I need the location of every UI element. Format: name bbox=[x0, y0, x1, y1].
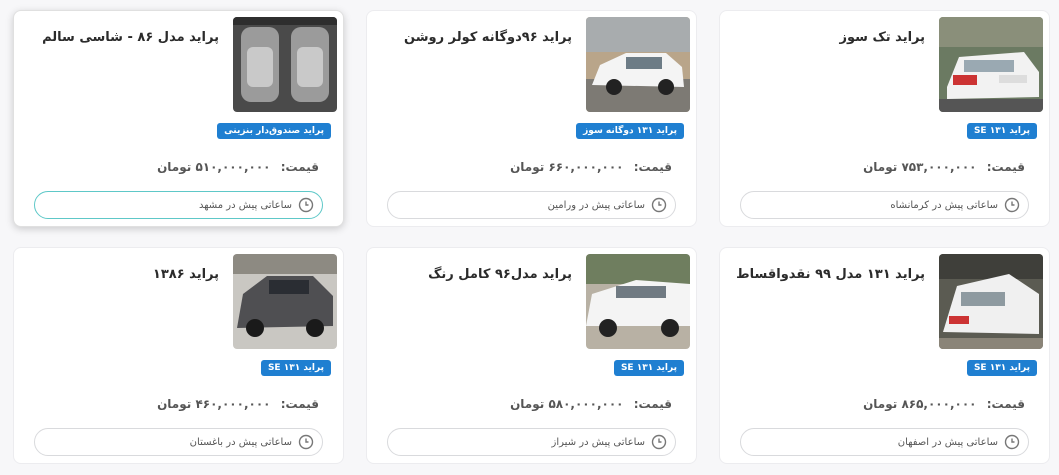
listing-title[interactable]: پراید مدل ۸۶ - شاسی سالم bbox=[24, 30, 219, 45]
meta-text: ساعاتی پیش در ورامین bbox=[547, 199, 645, 211]
price-row: قیمت: ۴۶۰,۰۰۰,۰۰۰ تومان bbox=[157, 397, 319, 411]
meta-text: ساعاتی پیش در اصفهان bbox=[897, 436, 998, 448]
price-row: قیمت: ۵۱۰,۰۰۰,۰۰۰ تومان bbox=[157, 160, 319, 174]
listing-title[interactable]: پراید ۱۳۱ مدل ۹۹ نقدواقساط bbox=[730, 267, 925, 282]
white-car-rear-icon bbox=[939, 17, 1043, 112]
meta-text: ساعاتی پیش در شیراز bbox=[551, 436, 645, 448]
white-car-rear-icon bbox=[939, 254, 1043, 349]
car-seat-icon bbox=[233, 17, 337, 112]
price-row: قیمت: ۶۶۰,۰۰۰,۰۰۰ تومان bbox=[510, 160, 672, 174]
model-badge: پراید ۱۳۱ SE bbox=[966, 360, 1037, 376]
model-badge: پراید ۱۳۱ دوگانه سوز bbox=[576, 123, 684, 139]
price-value: ۷۵۳,۰۰۰,۰۰۰ تومان bbox=[863, 160, 977, 174]
listing-title[interactable]: پراید ۹۶دوگانه کولر روشن bbox=[377, 30, 572, 45]
white-car-side-icon bbox=[586, 254, 690, 349]
meta-text: ساعاتی پیش در مشهد bbox=[198, 199, 292, 211]
listing-grid: پراید تک سوز پراید ۱۳۱ SE قیمت: ۷۵۳,۰۰۰,… bbox=[12, 10, 1050, 464]
listing-card[interactable]: پراید تک سوز پراید ۱۳۱ SE قیمت: ۷۵۳,۰۰۰,… bbox=[719, 10, 1050, 227]
price-label: قیمت: bbox=[633, 397, 672, 411]
price-label: قیمت: bbox=[986, 160, 1025, 174]
time-location: ساعاتی پیش در کرمانشاه bbox=[740, 191, 1029, 219]
price-value: ۵۸۰,۰۰۰,۰۰۰ تومان bbox=[510, 397, 624, 411]
listing-title[interactable]: پراید تک سوز bbox=[730, 30, 925, 45]
price-value: ۶۶۰,۰۰۰,۰۰۰ تومان bbox=[510, 160, 624, 174]
listing-title[interactable]: پراید مدل۹۶ کامل رنگ bbox=[377, 267, 572, 282]
car-photo[interactable] bbox=[939, 17, 1043, 112]
price-value: ۴۶۰,۰۰۰,۰۰۰ تومان bbox=[157, 397, 271, 411]
car-photo[interactable] bbox=[586, 254, 690, 349]
listing-title[interactable]: پراید ۱۳۸۶ bbox=[24, 267, 219, 282]
price-value: ۸۶۵,۰۰۰,۰۰۰ تومان bbox=[863, 397, 977, 411]
time-location: ساعاتی پیش در شیراز bbox=[387, 428, 676, 456]
time-location: ساعاتی پیش در ورامین bbox=[387, 191, 676, 219]
clock-icon bbox=[651, 197, 667, 213]
clock-icon bbox=[298, 434, 314, 450]
price-label: قیمت: bbox=[280, 160, 319, 174]
listing-card[interactable]: پراید ۹۶دوگانه کولر روشن پراید ۱۳۱ دوگان… bbox=[366, 10, 697, 227]
meta-text: ساعاتی پیش در کرمانشاه bbox=[890, 199, 998, 211]
clock-icon bbox=[298, 197, 314, 213]
gray-car-icon bbox=[233, 254, 337, 349]
price-label: قیمت: bbox=[280, 397, 319, 411]
listing-card[interactable]: پراید مدل ۸۶ - شاسی سالم پراید صندوق‌دار… bbox=[13, 10, 344, 227]
car-photo[interactable] bbox=[939, 254, 1043, 349]
car-photo[interactable] bbox=[233, 254, 337, 349]
model-badge: پراید ۱۳۱ SE bbox=[966, 123, 1037, 139]
car-photo[interactable] bbox=[586, 17, 690, 112]
price-row: قیمت: ۵۸۰,۰۰۰,۰۰۰ تومان bbox=[510, 397, 672, 411]
model-badge: پراید ۱۳۱ SE bbox=[613, 360, 684, 376]
price-row: قیمت: ۷۵۳,۰۰۰,۰۰۰ تومان bbox=[863, 160, 1025, 174]
listing-card[interactable]: پراید مدل۹۶ کامل رنگ پراید ۱۳۱ SE قیمت: … bbox=[366, 247, 697, 464]
white-car-side-icon bbox=[586, 17, 690, 112]
price-row: قیمت: ۸۶۵,۰۰۰,۰۰۰ تومان bbox=[863, 397, 1025, 411]
price-label: قیمت: bbox=[986, 397, 1025, 411]
price-label: قیمت: bbox=[633, 160, 672, 174]
time-location: ساعاتی پیش در باغستان bbox=[34, 428, 323, 456]
car-photo[interactable] bbox=[233, 17, 337, 112]
clock-icon bbox=[1004, 434, 1020, 450]
listing-card[interactable]: پراید ۱۳۸۶ پراید ۱۳۱ SE قیمت: ۴۶۰,۰۰۰,۰۰… bbox=[13, 247, 344, 464]
meta-text: ساعاتی پیش در باغستان bbox=[189, 436, 292, 448]
time-location: ساعاتی پیش در اصفهان bbox=[740, 428, 1029, 456]
listing-card[interactable]: پراید ۱۳۱ مدل ۹۹ نقدواقساط پراید ۱۳۱ SE … bbox=[719, 247, 1050, 464]
model-badge: پراید صندوق‌دار بنزینی bbox=[217, 123, 331, 139]
clock-icon bbox=[651, 434, 667, 450]
time-location: ساعاتی پیش در مشهد bbox=[34, 191, 323, 219]
price-value: ۵۱۰,۰۰۰,۰۰۰ تومان bbox=[157, 160, 271, 174]
clock-icon bbox=[1004, 197, 1020, 213]
model-badge: پراید ۱۳۱ SE bbox=[260, 360, 331, 376]
